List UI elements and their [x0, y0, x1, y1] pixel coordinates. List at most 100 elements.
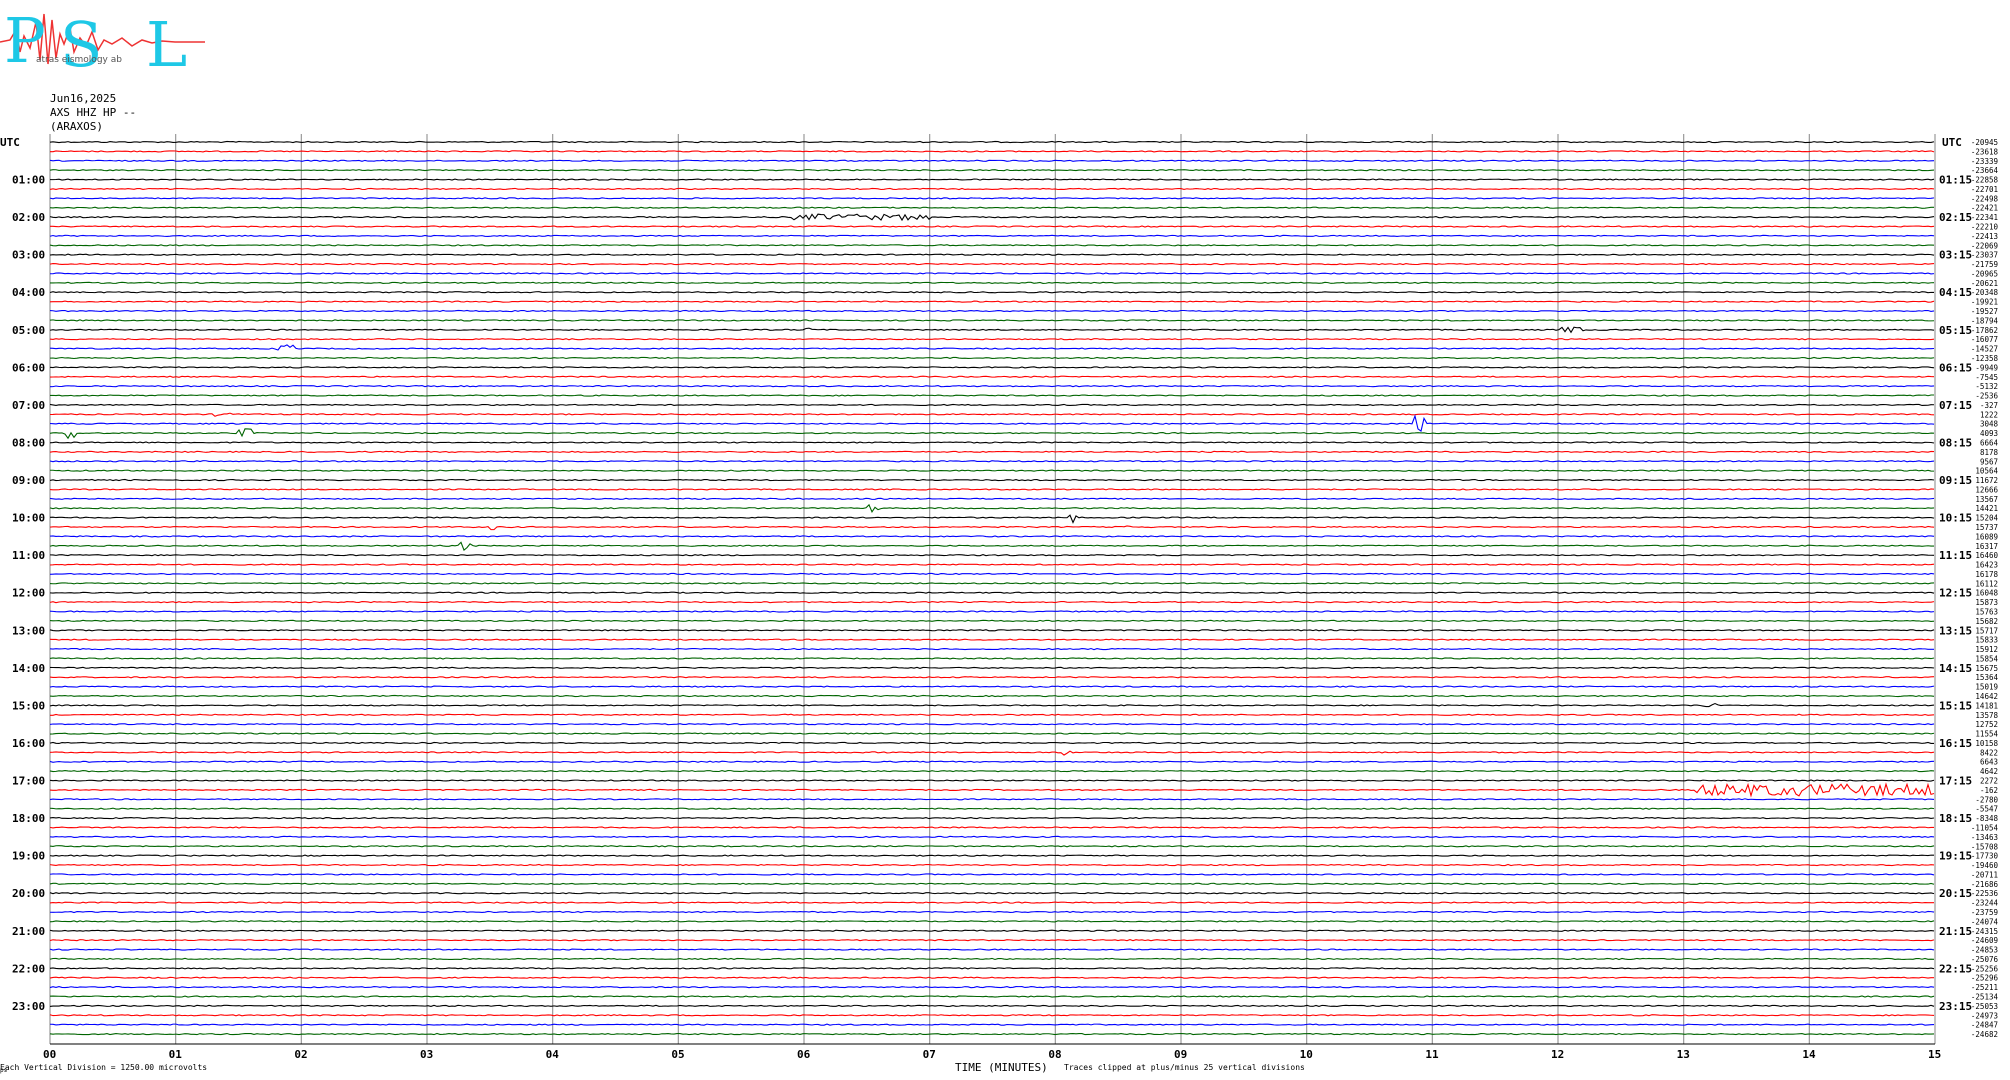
left-hour-label: 08:00 [12, 436, 45, 449]
trace-offset-label: -20711 [1971, 870, 1998, 879]
trace-line [49, 629, 1935, 632]
trace-offset-label: -5132 [1975, 382, 1998, 391]
trace-offset-label: -327 [1980, 401, 1998, 410]
right-hour-label: 05:15 [1939, 324, 1972, 337]
trace-line [49, 503, 1935, 514]
trace-offset-label: 15682 [1975, 617, 1998, 626]
trace-offset-label: -22536 [1971, 889, 1999, 898]
trace-line [49, 300, 1935, 303]
trace-offset-label: -24853 [1971, 946, 1998, 955]
trace-line [49, 657, 1935, 660]
right-hour-label: 07:15 [1939, 399, 1972, 412]
right-hour-label: 19:15 [1939, 850, 1972, 863]
trace-line [49, 638, 1935, 641]
right-hour-label: 12:15 [1939, 587, 1972, 600]
trace-line [49, 514, 1935, 524]
trace-offset-label: 6643 [1980, 758, 1998, 767]
trace-line [49, 779, 1935, 782]
trace-offset-label: -25211 [1971, 983, 1998, 992]
trace-line [49, 344, 1935, 351]
trace-offset-label: -12358 [1971, 354, 1999, 363]
trace-offset-label: -9949 [1975, 363, 1998, 372]
trace-offset-label: 15737 [1975, 523, 1998, 532]
trace-offset-label: 13567 [1975, 495, 1998, 504]
trace-line [49, 647, 1935, 651]
trace-line [49, 770, 1935, 773]
trace-offset-label: -25053 [1971, 1002, 1998, 1011]
trace-offset-label: 14181 [1975, 701, 1998, 710]
trace-offset-label: -20621 [1971, 279, 1998, 288]
trace-line [49, 816, 1935, 820]
trace-line [49, 375, 1935, 378]
right-hour-label: 01:15 [1939, 174, 1972, 187]
trace-offset-label: 10564 [1975, 467, 1998, 476]
left-hour-label: 04:00 [12, 286, 45, 299]
trace-line [49, 244, 1935, 247]
trace-line [49, 213, 1935, 222]
trace-line [49, 1014, 1935, 1017]
trace-offset-label: -17862 [1971, 326, 1998, 335]
grid [49, 134, 1936, 1045]
trace-line [49, 666, 1935, 669]
trace-line [49, 750, 1935, 756]
x-tick-label: 07 [923, 1048, 936, 1061]
trace-offset-label: 15873 [1975, 598, 1998, 607]
trace-offset-label: 11554 [1975, 730, 1998, 739]
left-utc-label: UTC [0, 136, 20, 149]
trace-line [49, 920, 1935, 923]
trace-line [49, 225, 1935, 228]
trace-line [49, 428, 1935, 440]
trace-line [49, 910, 1935, 914]
trace-offset-label: -23618 [1971, 147, 1999, 156]
trace-offset-label: -22069 [1971, 241, 1998, 250]
footer-division-note: Each Vertical Division = 1250.00 microvo… [0, 1063, 208, 1072]
right-hour-label: 21:15 [1939, 925, 1972, 938]
right-hour-label: 03:15 [1939, 249, 1972, 262]
trace-line [49, 356, 1935, 360]
trace-line [49, 554, 1935, 557]
x-tick-label: 15 [1928, 1048, 1941, 1061]
trace-offset-label: -25256 [1971, 964, 1999, 973]
trace-line [49, 414, 1935, 432]
right-hour-label: 06:15 [1939, 361, 1972, 374]
trace-line [49, 863, 1935, 867]
trace-offset-label: 15763 [1975, 608, 1998, 617]
trace-line [49, 798, 1935, 801]
trace-line [49, 441, 1935, 444]
left-hour-label: 12:00 [12, 587, 45, 600]
trace-line [49, 187, 1935, 191]
x-tick-label: 04 [546, 1048, 560, 1061]
trace-offset-label: 4642 [1980, 767, 1998, 776]
trace-line [49, 234, 1935, 238]
trace-line [49, 939, 1935, 942]
footer-time-label: TIME (MINUTES) [955, 1061, 1048, 1074]
trace-line [49, 159, 1935, 162]
trace-line [49, 1004, 1935, 1007]
trace-offset-label: -22413 [1971, 232, 1998, 241]
trace-offset-label: -7545 [1975, 373, 1998, 382]
trace-line [49, 326, 1935, 334]
trace-offset-label: -19921 [1971, 298, 1998, 307]
trace-offset-label: -14527 [1971, 345, 1998, 354]
left-hour-label: 06:00 [12, 361, 45, 374]
trace-offset-label: 15717 [1975, 626, 1998, 635]
trace-offset-label: -24973 [1971, 1011, 1998, 1020]
trace-line [49, 929, 1935, 932]
trace-offset-label: 16112 [1975, 579, 1998, 588]
trace-offset-label: -17730 [1971, 852, 1999, 861]
trace-line [49, 1023, 1935, 1026]
trace-line [49, 985, 1935, 989]
seismogram-plot: 00 01 02 03 04 05 06 07 08 09 10 11 12 13 14 15-20945-2… [0, 134, 1999, 1074]
trace-offset-label: -23339 [1971, 157, 1998, 166]
trace-line [50, 713, 1935, 716]
trace-line [49, 901, 1935, 904]
trace-line [49, 366, 1935, 369]
right-hour-label: 20:15 [1939, 887, 1972, 900]
trace-line [49, 845, 1935, 848]
trace-line [49, 178, 1935, 181]
trace-line [49, 760, 1935, 763]
trace-line [49, 563, 1935, 566]
trace-line [49, 694, 1935, 698]
trace-offset-label: -5547 [1975, 805, 1998, 814]
trace-offset-label: -20965 [1971, 269, 1998, 278]
